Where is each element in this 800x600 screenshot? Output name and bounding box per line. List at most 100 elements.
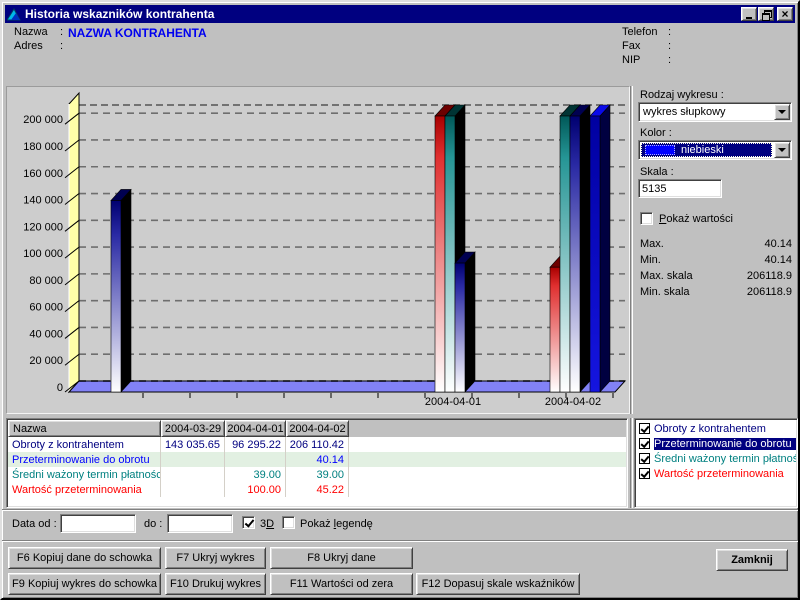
table-cell (161, 482, 225, 497)
legend-list: Obroty z kontrahentem Przeterminowanie do… (636, 420, 796, 506)
table-row[interactable]: Średni ważony termin płatności39.0039.00 (8, 467, 626, 482)
legend-checkbox[interactable] (639, 438, 650, 449)
stat-label: Min. skala (640, 286, 690, 298)
table-cell: 40.14 (286, 452, 349, 467)
restore-button[interactable] (758, 7, 774, 21)
f8-ukryj-dane-button[interactable]: F8 Ukryj dane (270, 547, 413, 569)
table-header-cell[interactable]: Nazwa (8, 420, 161, 437)
chart-bar (435, 116, 445, 392)
pokaz-legende-checkbox[interactable] (282, 516, 295, 529)
table-header-cell[interactable]: 2004-04-02 (286, 420, 349, 437)
legend-item-label: Wartość przeterminowania (654, 468, 784, 480)
legend-item[interactable]: Wartość przeterminowania (637, 466, 796, 481)
dropdown-arrow-button[interactable] (774, 104, 790, 120)
telefon-label: Telefon: (622, 26, 671, 38)
x-axis-tick-label: 2004-04-01 (425, 396, 481, 408)
pokaz-legende-label: Pokaż legendę (300, 518, 373, 530)
y-axis-tick-label: 180 000 (23, 141, 63, 153)
bar-chart: 020 00040 00060 00080 000100 000120 0001… (7, 87, 629, 413)
minimize-button[interactable] (741, 7, 757, 21)
table-row[interactable]: Wartość przeterminowania100.0045.22 (8, 482, 626, 497)
y-axis-tick-label: 0 (57, 382, 63, 394)
stat-label: Max. skala (640, 270, 693, 282)
pokaz-wartosci-label: Pokaż wartości (659, 213, 733, 225)
stat-value: 206118.9 (747, 270, 792, 282)
table-cell: 96 295.22 (225, 437, 286, 452)
legend-item-label: Obroty z kontrahentem (654, 423, 766, 435)
y-axis-tick-label: 20 000 (29, 355, 63, 367)
restore-icon (762, 10, 771, 19)
f11-wartosci-od-zera-button[interactable]: F11 Wartości od zera (270, 573, 413, 595)
chevron-down-icon (778, 148, 786, 152)
chart-bar (445, 116, 455, 392)
data-od-input[interactable] (60, 514, 136, 533)
f6-kopiuj-dane-button[interactable]: F6 Kopiuj dane do schowka (8, 547, 161, 569)
table-cell (161, 452, 225, 467)
legend-checkbox[interactable] (639, 468, 650, 479)
kolor-dropdown[interactable]: niebieski (638, 140, 792, 160)
skala-label: Skala : (640, 166, 674, 178)
nazwa-label: Nazwa: (14, 26, 63, 38)
separator (630, 418, 633, 508)
stat-row: Min. 40.14 (640, 252, 792, 268)
legend-checkbox[interactable] (639, 423, 650, 434)
table-row-name: Obroty z kontrahentem (8, 437, 161, 452)
zamknij-button[interactable]: Zamknij (716, 549, 788, 571)
f10-drukuj-wykres-button[interactable]: F10 Drukuj wykres (165, 573, 266, 595)
separator (630, 86, 633, 414)
chart-controls-panel: Rodzaj wykresu : wykres słupkowy Kolor :… (634, 86, 798, 414)
table-cell: 39.00 (286, 467, 349, 482)
table-row-name: Przeterminowanie do obrotu (8, 452, 161, 467)
dropdown-arrow-button[interactable] (774, 142, 790, 158)
close-button[interactable]: × (777, 7, 793, 21)
legend-item-label: Średni ważony termin płatności (654, 453, 796, 465)
f9-kopiuj-wykres-button[interactable]: F9 Kopiuj wykres do schowka (8, 573, 161, 595)
chart-bar (550, 267, 560, 392)
y-axis-tick-label: 120 000 (23, 221, 63, 233)
f7-ukryj-wykres-button[interactable]: F7 Ukryj wykres (165, 547, 266, 569)
3d-checkbox[interactable] (242, 516, 255, 529)
kolor-label: Kolor : (640, 127, 672, 139)
table-cell: 45.22 (286, 482, 349, 497)
3d-label: 3D (260, 518, 274, 530)
stat-row: Max. skala 206118.9 (640, 268, 792, 284)
nazwa-value: NAZWA KONTRAHENTA (68, 26, 207, 40)
stat-value: 40.14 (764, 238, 792, 250)
y-axis-tick-label: 80 000 (29, 275, 63, 287)
stat-value: 40.14 (764, 254, 792, 266)
legend-checkbox[interactable] (639, 453, 650, 464)
stat-value: 206118.9 (747, 286, 792, 298)
stat-row: Max. 40.14 (640, 236, 792, 252)
stat-label: Max. (640, 238, 664, 250)
f12-dopasuj-skale-button[interactable]: F12 Dopasuj skale wskaźników (416, 573, 580, 595)
table-header-cell[interactable]: 2004-04-01 (225, 420, 286, 437)
legend-item[interactable]: Średni ważony termin płatności (637, 451, 796, 466)
table-cell: 100.00 (225, 482, 286, 497)
legend-item[interactable]: Przeterminowanie do obrotu (637, 436, 796, 451)
chevron-down-icon (778, 110, 786, 114)
data-table-panel: Nazwa2004-03-292004-04-012004-04-02Obrot… (6, 418, 628, 508)
table-row[interactable]: Przeterminowanie do obrotu 40.14 (8, 452, 626, 467)
window: Historia wskazników kontrahenta × Nazwa:… (0, 0, 800, 600)
chart-bar (570, 116, 580, 392)
table-header-cell[interactable]: 2004-03-29 (161, 420, 225, 437)
minimize-icon (746, 17, 752, 19)
y-axis-tick-label: 60 000 (29, 302, 63, 314)
table-row[interactable]: Obroty z kontrahentem143 035.6596 295.22… (8, 437, 626, 452)
stat-label: Min. (640, 254, 661, 266)
y-axis-tick-label: 200 000 (23, 114, 63, 126)
chart-bar (590, 116, 600, 392)
table-header-row: Nazwa2004-03-292004-04-012004-04-02 (8, 420, 626, 437)
legend-item-label: Przeterminowanie do obrotu (654, 438, 796, 450)
rodzaj-wykresu-dropdown[interactable]: wykres słupkowy (638, 102, 792, 122)
legend-panel: Obroty z kontrahentem Przeterminowanie do… (634, 418, 798, 508)
legend-item[interactable]: Obroty z kontrahentem (637, 421, 796, 436)
do-input[interactable] (167, 514, 233, 533)
chart-bar (560, 116, 570, 392)
skala-input[interactable] (638, 179, 722, 198)
color-swatch (645, 145, 675, 155)
window-title: Historia wskazników kontrahenta (25, 7, 740, 21)
table-cell (225, 452, 286, 467)
pokaz-wartosci-checkbox[interactable] (640, 212, 653, 225)
table-cell: 143 035.65 (161, 437, 225, 452)
